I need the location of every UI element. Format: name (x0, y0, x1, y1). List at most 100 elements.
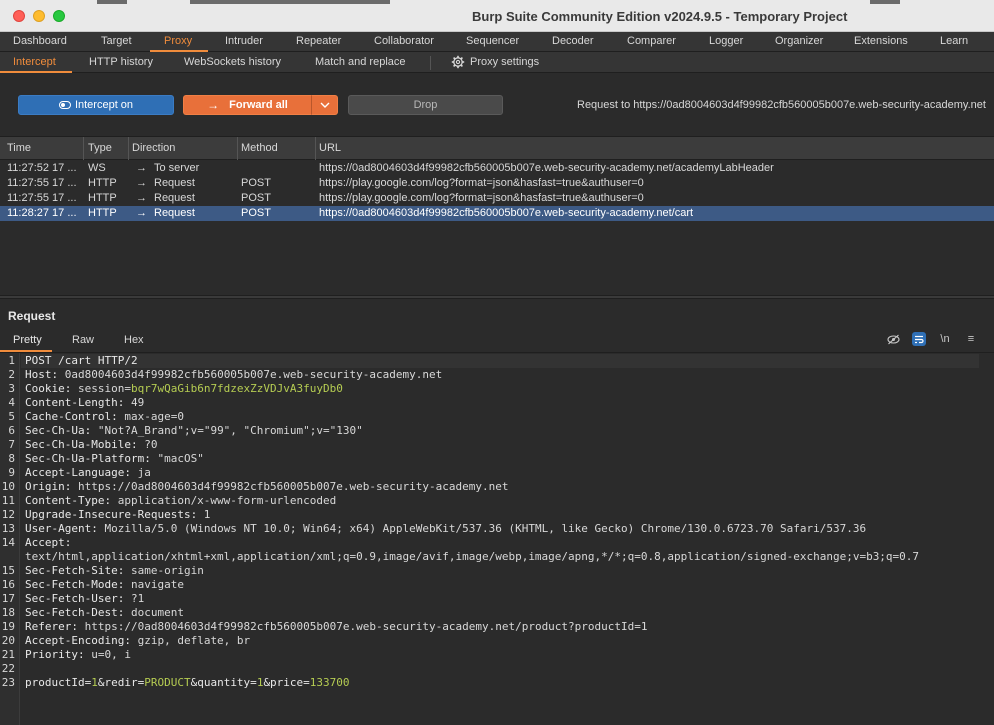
column-divider[interactable] (237, 137, 238, 160)
cell-direction: Request (154, 177, 195, 189)
tab-learn[interactable]: Learn (940, 35, 968, 47)
tab-sequencer[interactable]: Sequencer (466, 35, 519, 47)
cell-direction: Request (154, 192, 195, 204)
code-content: Sec-Ch-Ua: "Not?A_Brand";v="99", "Chromi… (25, 424, 363, 437)
header-value: navigate (124, 578, 184, 591)
line-number: 3 (8, 382, 15, 395)
header-value: "macOS" (150, 452, 204, 465)
cell-time: 11:27:55 17 ... (7, 177, 77, 189)
header-value: https://0ad8004603d4f99982cfb560005b007e… (71, 480, 509, 493)
line-number: 18 (1, 606, 15, 619)
subtab-websockets-history[interactable]: WebSockets history (184, 56, 281, 68)
header-name: Sec-Fetch-Mode: (25, 578, 125, 591)
tab-organizer[interactable]: Organizer (775, 35, 823, 47)
line-number: 5 (8, 410, 15, 423)
subtab-separator (430, 56, 431, 70)
word-wrap-icon[interactable] (912, 332, 926, 346)
header-name: Accept-Encoding: (25, 634, 131, 647)
code-content: Sec-Fetch-Dest: document (25, 606, 184, 619)
intercept-table: 11:27:52 17 ... WS → To server https://0… (0, 160, 994, 295)
cell-type: HTTP (88, 207, 117, 219)
column-divider[interactable] (83, 137, 84, 160)
header-name: Referer: (25, 620, 78, 633)
intercept-toggle-button[interactable]: Intercept on (18, 95, 174, 115)
line-number: 17 (1, 592, 15, 605)
subtab-proxy-settings[interactable]: Proxy settings (470, 56, 539, 68)
code-content: Cookie: session=bqr7wQaGib6n7fdzexZzVDJv… (25, 382, 343, 395)
tab-repeater[interactable]: Repeater (296, 35, 341, 47)
code-content: Referer: https://0ad8004603d4f99982cfb56… (25, 620, 648, 633)
table-row[interactable]: 11:27:52 17 ... WS → To server https://0… (0, 161, 994, 176)
line-number: 7 (8, 438, 15, 451)
header-name: Sec-Ch-Ua: (25, 424, 92, 437)
subtab-match-and-replace[interactable]: Match and replace (315, 56, 406, 68)
header-name: Accept-Language: (25, 466, 131, 479)
table-row[interactable]: 11:27:55 17 ... HTTP → Request POST http… (0, 176, 994, 191)
tab-target[interactable]: Target (101, 35, 132, 47)
subtab-http-history[interactable]: HTTP history (89, 56, 153, 68)
background-strip (870, 0, 900, 4)
param-name: &price= (263, 676, 310, 689)
code-content: Sec-Fetch-User: ?1 (25, 592, 144, 605)
code-content: Priority: u=0, i (25, 648, 131, 661)
cell-method: POST (241, 192, 271, 204)
forward-options-button[interactable] (311, 95, 338, 115)
tab-pretty[interactable]: Pretty (13, 334, 42, 346)
forward-all-button[interactable]: → Forward all (183, 95, 311, 115)
tab-logger[interactable]: Logger (709, 35, 743, 47)
code-content: Sec-Fetch-Mode: navigate (25, 578, 184, 591)
menu-icon[interactable]: ≡ (964, 332, 978, 346)
table-row[interactable]: 11:27:55 17 ... HTTP → Request POST http… (0, 191, 994, 206)
column-header-time[interactable]: Time (7, 142, 31, 154)
cell-type: WS (88, 162, 106, 174)
code-content: Sec-Fetch-Site: same-origin (25, 564, 204, 577)
window-title: Burp Suite Community Edition v2024.9.5 -… (472, 9, 848, 24)
drop-button[interactable]: Drop (348, 95, 503, 115)
header-value: ja (130, 466, 151, 479)
tab-raw[interactable]: Raw (72, 334, 94, 346)
header-value: https://0ad8004603d4f99982cfb560005b007e… (77, 620, 648, 633)
newline-toggle-icon[interactable]: \n (938, 332, 952, 346)
code-content: Sec-Ch-Ua-Mobile: ?0 (25, 438, 157, 451)
line-number: 8 (8, 452, 15, 465)
tab-proxy[interactable]: Proxy (164, 35, 192, 47)
code-content: Upgrade-Insecure-Requests: 1 (25, 508, 210, 521)
line-number: 12 (1, 508, 15, 521)
header-value: session= (71, 382, 131, 395)
tab-dashboard[interactable]: Dashboard (13, 35, 67, 47)
line-number: 4 (8, 396, 15, 409)
column-header-url[interactable]: URL (319, 142, 341, 154)
zoom-window-button[interactable] (53, 10, 65, 22)
cell-time: 11:27:52 17 ... (7, 162, 77, 174)
line-number: 10 (1, 480, 15, 493)
hide-nonprintable-icon[interactable] (886, 332, 900, 346)
column-divider[interactable] (128, 137, 129, 160)
code-content: User-Agent: Mozilla/5.0 (Windows NT 10.0… (25, 522, 866, 535)
cell-type: HTTP (88, 177, 117, 189)
tab-intruder[interactable]: Intruder (225, 35, 263, 47)
tab-hex[interactable]: Hex (124, 334, 144, 346)
tab-decoder[interactable]: Decoder (552, 35, 594, 47)
column-header-direction[interactable]: Direction (132, 142, 175, 154)
tab-collaborator[interactable]: Collaborator (374, 35, 434, 47)
column-divider[interactable] (315, 137, 316, 160)
chevron-down-icon (320, 102, 329, 108)
column-header-method[interactable]: Method (241, 142, 278, 154)
subtab-intercept[interactable]: Intercept (13, 56, 56, 68)
header-name: Sec-Ch-Ua-Platform: (25, 452, 151, 465)
split-pane-divider[interactable] (0, 295, 994, 299)
minimize-window-button[interactable] (33, 10, 45, 22)
header-name: Host: (25, 368, 59, 381)
tab-extensions[interactable]: Extensions (854, 35, 908, 47)
table-row-selected[interactable]: 11:28:27 17 ... HTTP → Request POST http… (0, 206, 994, 221)
gear-icon[interactable] (451, 55, 465, 72)
request-editor[interactable] (0, 352, 994, 725)
column-header-type[interactable]: Type (88, 142, 112, 154)
cell-url: https://play.google.com/log?format=json&… (319, 177, 644, 189)
arrow-right-icon: → (136, 192, 147, 204)
background-strip (190, 0, 390, 4)
line-number: 19 (1, 620, 15, 633)
header-name: Content-Type: (25, 494, 112, 507)
close-window-button[interactable] (13, 10, 25, 22)
tab-comparer[interactable]: Comparer (627, 35, 676, 47)
